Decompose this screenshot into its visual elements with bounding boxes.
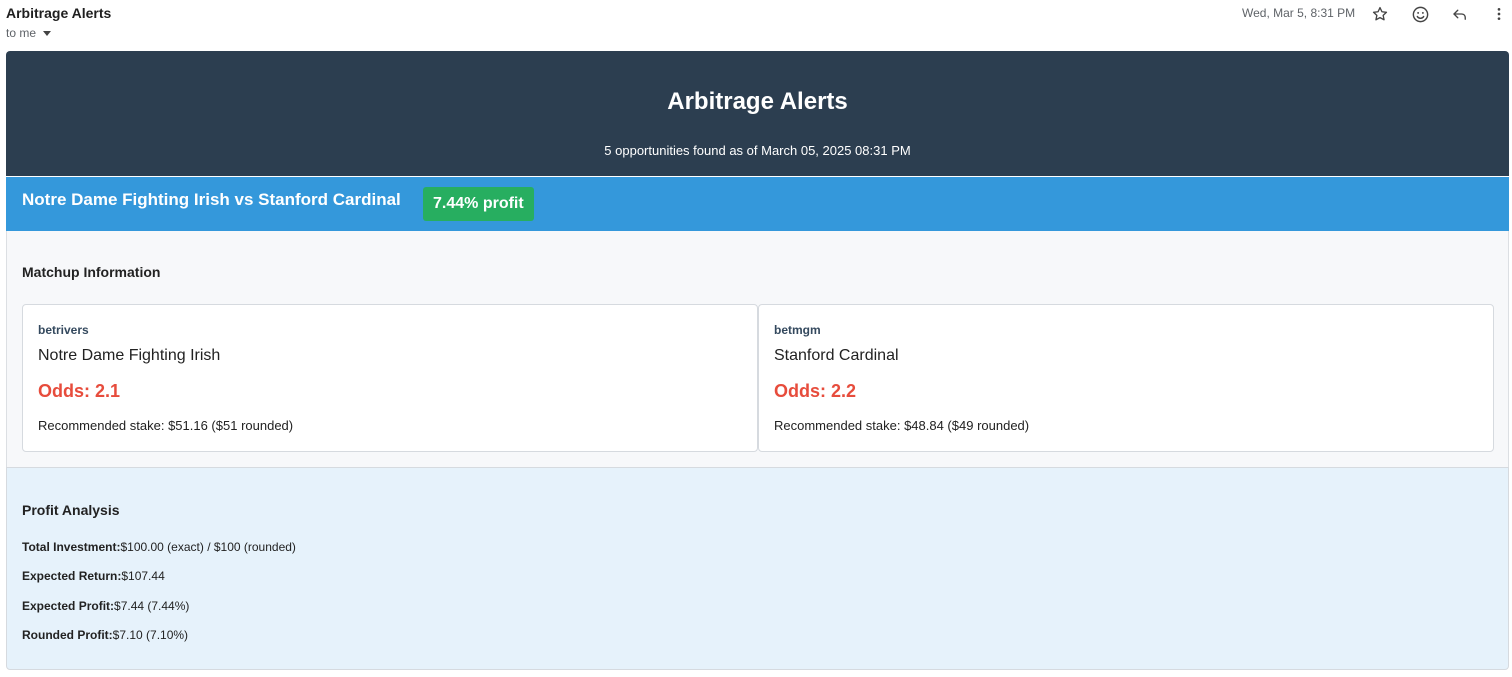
- odds-value: Odds: 2.1: [38, 381, 121, 401]
- sportsbook-card: betrivers Notre Dame Fighting Irish Odds…: [22, 304, 758, 452]
- sportsbook-name: betrivers: [38, 323, 89, 337]
- banner-subtitle: 5 opportunities found as of March 05, 20…: [604, 143, 911, 158]
- sender-name[interactable]: Arbitrage Alerts: [6, 5, 111, 21]
- profit-analysis-section: Profit Analysis Total Investment:$100.00…: [6, 467, 1509, 670]
- email-date: Wed, Mar 5, 8:31 PM: [1242, 6, 1356, 20]
- profit-row-value: $107.44: [121, 569, 165, 583]
- profit-row-label: Expected Profit:: [22, 599, 115, 613]
- recommended-stake: Recommended stake: $51.16 ($51 rounded): [38, 418, 294, 433]
- team-name: Stanford Cardinal: [774, 347, 899, 364]
- recipient-label: to me: [6, 26, 37, 40]
- profit-row-label: Rounded Profit:: [22, 628, 113, 642]
- profit-row-label: Total Investment:: [22, 540, 121, 554]
- reply-icon[interactable]: [1449, 3, 1471, 25]
- sportsbook-name: betmgm: [774, 323, 821, 337]
- star-icon[interactable]: [1369, 3, 1391, 25]
- matchup-title: Notre Dame Fighting Irish vs Stanford Ca…: [22, 190, 401, 209]
- profit-row-rounded-profit: Rounded Profit:$7.10 (7.10%): [22, 628, 188, 642]
- recipient-line[interactable]: to me: [6, 26, 52, 40]
- sportsbook-card: betmgm Stanford Cardinal Odds: 2.2 Recom…: [758, 304, 1494, 452]
- odds-value: Odds: 2.2: [774, 381, 857, 401]
- chevron-down-icon[interactable]: [43, 30, 52, 36]
- profit-row-expected-return: Expected Return:$107.44: [22, 569, 165, 583]
- emoji-icon[interactable]: [1409, 3, 1431, 25]
- profit-row-expected-profit: Expected Profit:$7.44 (7.44%): [22, 599, 189, 613]
- profit-row-value: $100.00 (exact) / $100 (rounded): [120, 540, 296, 554]
- profit-analysis-title: Profit Analysis: [22, 502, 120, 518]
- matchup-section-title: Matchup Information: [22, 264, 161, 280]
- more-vert-icon[interactable]: [1488, 3, 1510, 25]
- profit-row-label: Expected Return:: [22, 569, 122, 583]
- profit-row-total-investment: Total Investment:$100.00 (exact) / $100 …: [22, 540, 296, 554]
- recommended-stake: Recommended stake: $48.84 ($49 rounded): [774, 418, 1030, 433]
- team-name: Notre Dame Fighting Irish: [38, 347, 221, 364]
- matchup-section: Matchup Information betrivers Notre Dame…: [6, 231, 1509, 467]
- profit-row-value: $7.44 (7.44%): [114, 599, 190, 613]
- alert-banner: Arbitrage Alerts 5 opportunities found a…: [6, 51, 1509, 176]
- banner-title: Arbitrage Alerts: [667, 88, 848, 115]
- profit-row-value: $7.10 (7.10%): [112, 628, 189, 642]
- email-header: Arbitrage Alerts to me Wed, Mar 5, 8:31 …: [0, 0, 1512, 50]
- matchup-header: Notre Dame Fighting Irish vs Stanford Ca…: [6, 177, 1509, 231]
- profit-badge: 7.44% profit: [423, 187, 534, 221]
